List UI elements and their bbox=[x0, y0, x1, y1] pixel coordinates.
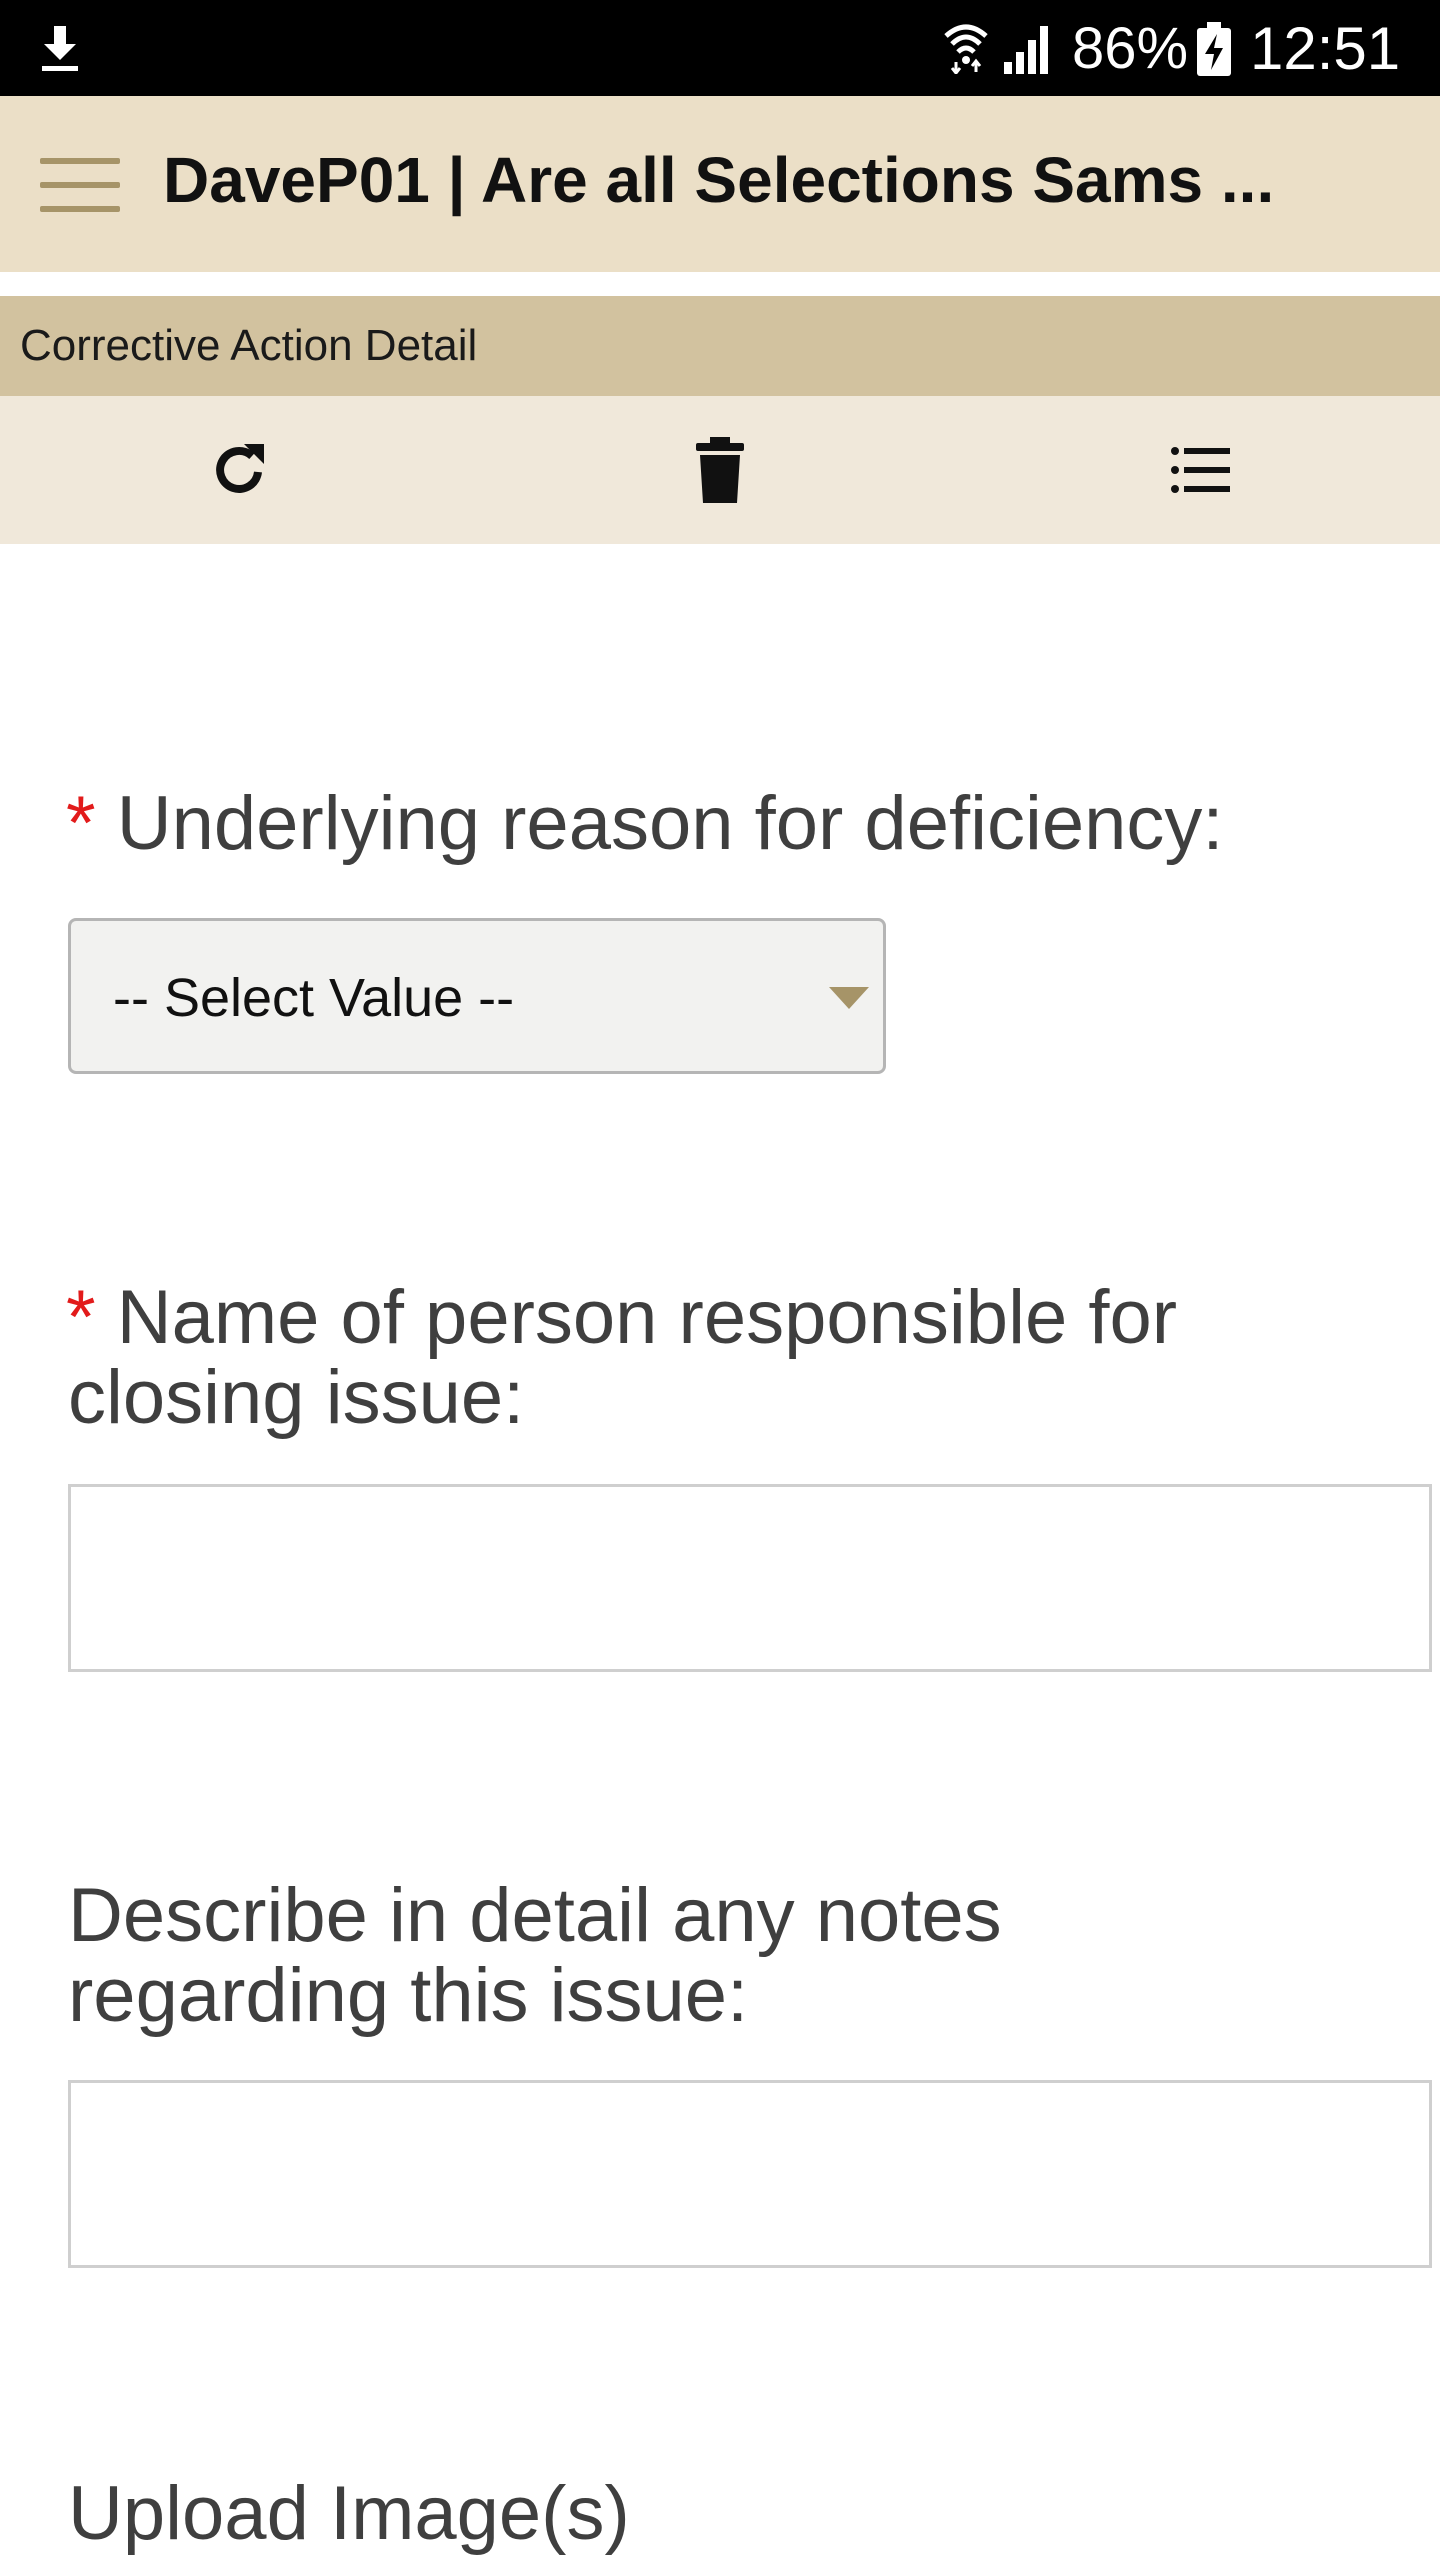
delete-button[interactable] bbox=[672, 422, 768, 518]
status-bar: 86% 12:51 bbox=[0, 0, 1440, 96]
signal-icon bbox=[1004, 26, 1048, 74]
wifi-icon bbox=[944, 24, 988, 74]
chevron-down-icon bbox=[829, 987, 869, 1009]
battery-percent: 86% bbox=[1072, 16, 1189, 81]
battery-charging-icon bbox=[1197, 22, 1231, 76]
responsible-label: * Name of person responsible for bbox=[66, 1278, 1177, 1358]
section-title: Corrective Action Detail bbox=[20, 321, 478, 370]
upload-label: Upload Image(s) bbox=[68, 2471, 630, 2556]
header-divider bbox=[0, 272, 1440, 296]
required-marker: * bbox=[66, 1275, 96, 1360]
page-title: DaveP01 | Are all Selections Sams ... bbox=[163, 144, 1275, 216]
responsible-input[interactable] bbox=[68, 1484, 1432, 1672]
reason-label-text: Underlying reason for deficiency: bbox=[116, 781, 1224, 866]
reason-select-value: -- Select Value -- bbox=[113, 968, 515, 1028]
notes-label-line1: Describe in detail any notes bbox=[68, 1873, 1002, 1958]
list-button[interactable] bbox=[1152, 422, 1248, 518]
clock: 12:51 bbox=[1250, 15, 1401, 82]
reason-select[interactable]: -- Select Value -- bbox=[68, 918, 886, 1074]
required-marker: * bbox=[66, 781, 96, 866]
responsible-label-line1: Name of person responsible for bbox=[116, 1275, 1178, 1360]
trash-icon bbox=[696, 437, 744, 503]
notes-label-line2: regarding this issue: bbox=[68, 1953, 749, 2038]
download-icon bbox=[42, 26, 78, 71]
menu-icon[interactable] bbox=[40, 158, 120, 212]
notes-textarea[interactable] bbox=[68, 2080, 1432, 2268]
reason-label: * Underlying reason for deficiency: bbox=[66, 784, 1224, 864]
refresh-button[interactable] bbox=[192, 422, 288, 518]
refresh-icon bbox=[216, 444, 264, 493]
responsible-label-line2: closing issue: bbox=[68, 1355, 525, 1440]
list-icon bbox=[1171, 447, 1230, 493]
